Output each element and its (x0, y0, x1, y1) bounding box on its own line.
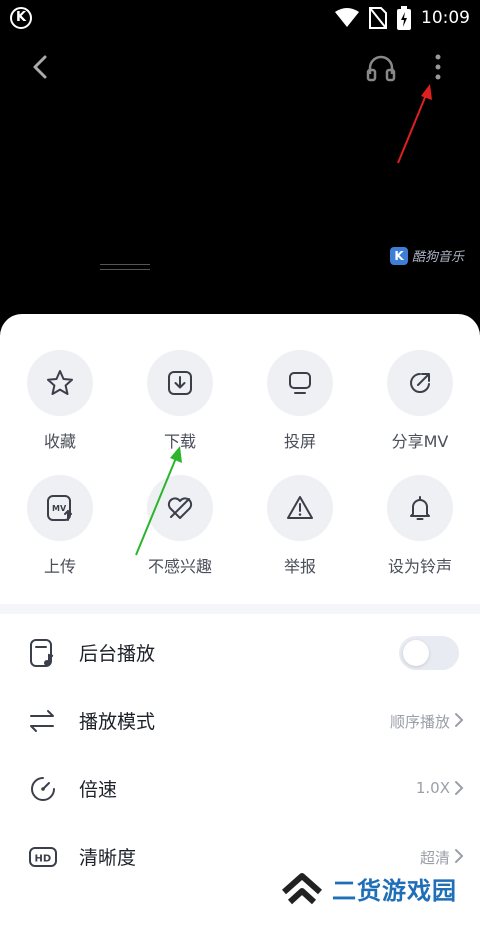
video-player[interactable] (0, 92, 480, 322)
svg-text:MV: MV (52, 504, 67, 513)
site-logo-icon (282, 873, 322, 905)
speed-value: 1.0X (415, 779, 450, 797)
action-circle[interactable] (27, 350, 93, 416)
action-label: 设为铃声 (387, 557, 452, 576)
action-label: 不感兴趣 (147, 557, 212, 576)
action-upload[interactable]: MV 上传 (0, 475, 120, 577)
status-icons: 10:09 (335, 6, 470, 30)
setting-speed[interactable]: 倍速 1.0X (0, 758, 480, 818)
action-label: 举报 (283, 557, 316, 576)
wifi-icon (335, 8, 359, 27)
app-notification-icon: K (10, 7, 32, 29)
action-share-mv[interactable]: 分享MV (360, 350, 480, 452)
action-label: 收藏 (43, 432, 76, 451)
chevron-right-icon (455, 713, 464, 727)
action-circle[interactable] (267, 350, 333, 416)
kugou-watermark: K 酷狗音乐 (390, 246, 464, 265)
chevron-right-icon (455, 781, 464, 795)
speed-icon (31, 777, 55, 801)
cast-icon (289, 372, 311, 394)
action-grid: 收藏 下载 投屏 分享MV MV 上传 不感兴趣 举报 设为铃声 (0, 314, 480, 604)
battery-charging-icon (397, 6, 411, 30)
svg-text:HD: HD (35, 854, 52, 865)
video-top-bar (0, 44, 480, 92)
action-circle[interactable] (147, 350, 213, 416)
setting-background-play[interactable]: 后台播放 (0, 622, 480, 682)
site-watermark-text: 二货游戏园 (332, 876, 457, 905)
back-icon[interactable] (26, 52, 56, 82)
share-icon (410, 373, 430, 393)
loading-indicator (100, 264, 150, 270)
more-icon[interactable] (430, 52, 446, 84)
upload-mv-icon: MV (47, 495, 72, 521)
action-download[interactable]: 下载 (120, 350, 240, 452)
action-circle[interactable] (147, 475, 213, 541)
bell-icon (410, 496, 430, 520)
kugou-watermark-text: 酷狗音乐 (412, 250, 465, 265)
action-set-ringtone[interactable]: 设为铃声 (360, 475, 480, 577)
action-collect[interactable]: 收藏 (0, 350, 120, 452)
action-label: 上传 (43, 557, 76, 576)
setting-label: 倍速 (79, 779, 118, 801)
background-play-toggle[interactable] (399, 636, 459, 670)
section-divider (0, 604, 480, 614)
action-label: 下载 (163, 432, 196, 451)
play-mode-value: 顺序播放 (389, 713, 450, 731)
action-cast[interactable]: 投屏 (240, 350, 360, 452)
action-report[interactable]: 举报 (240, 475, 360, 577)
status-bar: K 10:09 (0, 0, 480, 36)
clock: 10:09 (421, 8, 470, 28)
toggle-knob (403, 640, 429, 666)
download-icon (168, 371, 192, 395)
warning-icon (287, 496, 313, 519)
play-mode-icon (30, 710, 54, 732)
action-circle[interactable] (267, 475, 333, 541)
background-play-icon (30, 639, 54, 667)
setting-label: 播放模式 (79, 711, 156, 733)
setting-play-mode[interactable]: 播放模式 顺序播放 (0, 690, 480, 750)
headphone-icon[interactable] (366, 54, 396, 82)
more-options-sheet: 收藏 下载 投屏 分享MV MV 上传 不感兴趣 举报 设为铃声 后台播放 播放… (0, 314, 480, 934)
action-circle[interactable] (387, 475, 453, 541)
site-watermark: 二货游戏园 (280, 863, 480, 913)
no-sim-icon (369, 7, 387, 29)
action-not-interested[interactable]: 不感兴趣 (120, 475, 240, 577)
action-circle[interactable]: MV (27, 475, 93, 541)
hd-icon: HD (29, 847, 57, 867)
action-circle[interactable] (387, 350, 453, 416)
action-label: 投屏 (283, 432, 316, 451)
action-label: 分享MV (391, 432, 449, 451)
dislike-heart-icon (167, 497, 193, 519)
kugou-logo-icon: K (390, 246, 408, 265)
setting-label: 后台播放 (79, 643, 156, 665)
star-icon (47, 370, 73, 395)
setting-label: 清晰度 (79, 847, 137, 869)
